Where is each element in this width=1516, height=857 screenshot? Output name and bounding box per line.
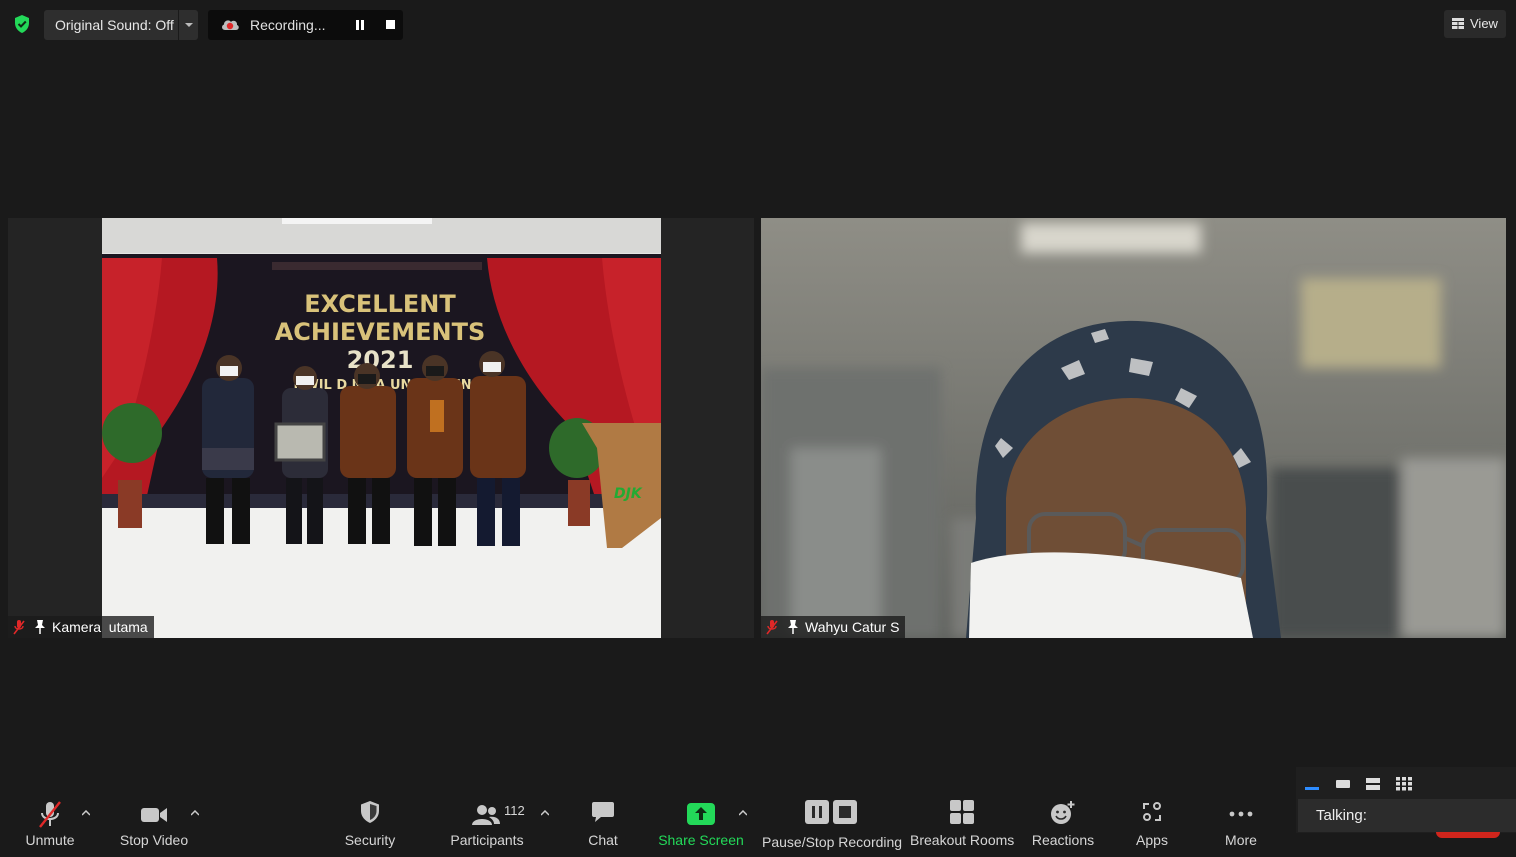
- chat-label: Chat: [588, 832, 618, 848]
- stage-video-feed: EXCELLENT ACHIEVEMENTS 2021 NWIL D N LA …: [102, 218, 661, 638]
- video-tile-wahyu-catur-s[interactable]: Wahyu Catur S: [761, 218, 1506, 638]
- video-options-caret-icon[interactable]: [191, 810, 199, 816]
- minimize-panel-icon[interactable]: [1304, 777, 1322, 791]
- cloud-recording-icon: [222, 20, 239, 30]
- more-label: More: [1225, 832, 1257, 848]
- recording-label: Recording...: [250, 17, 326, 33]
- gallery-grid-icon[interactable]: [1395, 777, 1413, 791]
- unmute-button[interactable]: Unmute: [18, 778, 82, 857]
- participants-options-caret-icon[interactable]: [541, 810, 549, 816]
- chat-button[interactable]: Chat: [578, 778, 628, 857]
- banner-line-achievements: ACHIEVEMENTS: [275, 318, 486, 346]
- muted-mic-icon: [766, 620, 778, 635]
- apps-button[interactable]: Apps: [1126, 778, 1178, 857]
- pause-recording-icon[interactable]: [356, 20, 364, 30]
- original-sound-dropdown[interactable]: [179, 10, 198, 40]
- pause-stop-recording-label: Pause/Stop Recording: [762, 834, 903, 850]
- breakout-rooms-icon: [950, 800, 974, 824]
- meeting-top-bar: Original Sound: Off Recording... View: [0, 0, 1516, 48]
- security-label: Security: [344, 832, 396, 848]
- unmute-label: Unmute: [25, 832, 75, 848]
- security-shield-icon: [361, 801, 379, 823]
- participants-label: Participants: [450, 832, 524, 848]
- video-tile-kamera-utama[interactable]: EXCELLENT ACHIEVEMENTS 2021 NWIL D N LA …: [8, 218, 754, 638]
- pin-icon: [788, 620, 798, 634]
- participants-count: 112: [504, 803, 525, 818]
- more-ellipsis-icon: [1229, 811, 1253, 817]
- banner-line-excellent: EXCELLENT: [304, 290, 456, 318]
- stacked-video-icon[interactable]: [1364, 777, 1382, 791]
- reactions-label: Reactions: [1031, 832, 1095, 848]
- grid-view-icon: [1452, 18, 1464, 29]
- single-video-icon[interactable]: [1334, 777, 1352, 791]
- participants-button[interactable]: 112 Participants: [448, 778, 526, 857]
- apps-label: Apps: [1136, 832, 1168, 848]
- stop-recording-icon[interactable]: [386, 20, 395, 29]
- end-meeting-button-edge[interactable]: [1436, 832, 1500, 838]
- view-label: View: [1470, 16, 1498, 31]
- shield-check-icon[interactable]: [12, 14, 32, 34]
- recording-indicator: Recording...: [208, 10, 403, 40]
- share-options-caret-icon[interactable]: [739, 810, 747, 816]
- share-screen-label: Share Screen: [658, 832, 744, 848]
- view-button[interactable]: View: [1444, 10, 1506, 38]
- reactions-smiley-icon: [1051, 801, 1075, 824]
- security-button[interactable]: Security: [336, 778, 404, 857]
- muted-mic-icon: [13, 620, 25, 635]
- talking-indicator: Talking:: [1298, 799, 1516, 832]
- video-camera-icon: [141, 808, 167, 822]
- pin-icon: [35, 620, 45, 634]
- participant-name: Wahyu Catur S: [805, 619, 900, 635]
- breakout-rooms-button[interactable]: Breakout Rooms: [910, 778, 1014, 857]
- breakout-rooms-label: Breakout Rooms: [910, 832, 1015, 848]
- stop-video-button[interactable]: Stop Video: [116, 778, 192, 857]
- participant-name-tag: Wahyu Catur S: [761, 616, 906, 638]
- more-button[interactable]: More: [1216, 778, 1266, 857]
- share-screen-button[interactable]: Share Screen: [658, 778, 744, 857]
- meeting-toolbar: Unmute Stop Video Security 112 Participa…: [0, 778, 1516, 857]
- webcam-video-feed: [761, 218, 1506, 638]
- reactions-button[interactable]: Reactions: [1030, 778, 1096, 857]
- podium-logo-text: DJK: [614, 486, 643, 502]
- apps-icon: [1143, 802, 1161, 821]
- share-screen-icon: [687, 803, 715, 825]
- participant-name-tag: Kamera utama: [8, 616, 154, 638]
- participants-icon: [472, 805, 500, 825]
- stop-video-label: Stop Video: [119, 832, 189, 848]
- pause-stop-recording-icon: [805, 800, 857, 824]
- pause-stop-recording-button[interactable]: Pause/Stop Recording: [762, 778, 903, 857]
- chat-bubble-icon: [592, 802, 614, 822]
- audio-options-caret-icon[interactable]: [82, 810, 90, 816]
- participant-name: Kamera utama: [52, 619, 148, 635]
- original-sound-button[interactable]: Original Sound: Off: [44, 10, 178, 40]
- muted-microphone-icon: [39, 801, 61, 828]
